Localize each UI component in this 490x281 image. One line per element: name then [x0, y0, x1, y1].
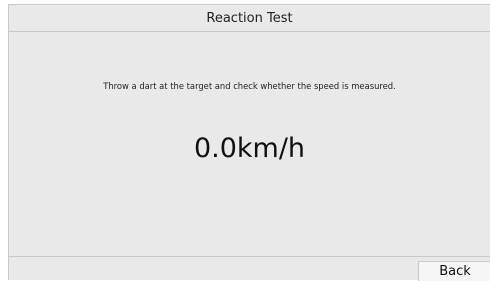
footer-divider [9, 256, 490, 257]
window-title: Reaction Test [9, 5, 490, 32]
instruction-text: Throw a dart at the target and check whe… [103, 81, 396, 91]
reaction-test-screen: Reaction Test Throw a dart at the target… [8, 4, 490, 281]
speed-readout: 0.0km/h [193, 133, 306, 164]
back-button[interactable]: Back [418, 261, 490, 281]
